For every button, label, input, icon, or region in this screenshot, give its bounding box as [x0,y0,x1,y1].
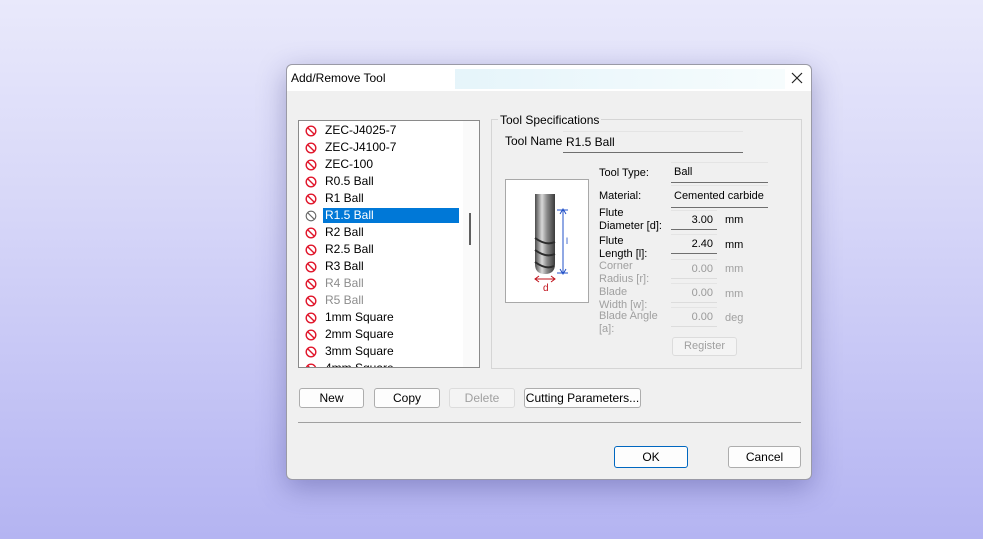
prohibited-icon [305,158,317,171]
ok-button[interactable]: OK [614,446,688,468]
prohibited-icon [305,226,317,239]
tool-list-item[interactable]: ZEC-100 [305,156,459,173]
prohibited-icon [305,294,317,307]
prohibited-icon [305,192,317,205]
add-remove-tool-dialog: Add/Remove Tool ZEC-J4025-7 ZEC-J4100-7 ZE… [286,64,812,480]
tool-list-item-label: 3mm Square [325,344,394,358]
tool-list-item[interactable]: R5 Ball [305,292,459,309]
scrollbar-thumb[interactable] [469,213,471,245]
tool-type-label: Tool Type: [599,167,649,179]
flute-diameter-label-line1: Flute [599,207,624,219]
tool-list-item-label: 1mm Square [325,310,394,324]
corner-radius-label-line2: Radius [r]: [599,273,650,285]
material-label: Material: [599,190,642,202]
tool-list-item[interactable]: R0.5 Ball [305,173,459,190]
tool-list-item[interactable]: 4mm Square [305,360,459,367]
tool-list-item-label: ZEC-J4100-7 [325,140,397,154]
tool-list-item-label: R2.5 Ball [325,242,374,256]
corner-radius-unit: mm [725,263,744,275]
tool-list-item-label: R3 Ball [325,259,364,273]
diagram-diameter-label: d [543,283,549,294]
title-bar: Add/Remove Tool [287,65,811,91]
new-button[interactable]: New [299,388,364,408]
tool-diagram: l d [505,179,589,303]
tool-list-item[interactable]: 3mm Square [305,343,459,360]
prohibited-icon [305,124,317,137]
flute-diameter-label-line2: Diameter [d]: [599,220,662,232]
prohibited-icon [305,277,317,290]
tool-list-item[interactable]: R1.5 Ball [305,207,459,224]
prohibited-icon [305,260,317,273]
cancel-button[interactable]: Cancel [728,446,801,468]
title-bar-glass [455,69,785,89]
prohibited-icon [305,141,317,154]
cutting-parameters-button[interactable]: Cutting Parameters... [524,388,641,408]
tool-type-field[interactable]: Ball [671,162,768,183]
tool-list-item[interactable]: 2mm Square [305,326,459,343]
tool-list-item[interactable]: ZEC-J4025-7 [305,122,459,139]
flute-length-field[interactable]: 2.40 [671,234,717,254]
blade-width-field: 0.00 [671,283,717,303]
close-button[interactable] [783,65,811,91]
tool-list-item[interactable]: R2 Ball [305,224,459,241]
tool-list-item-label: R1.5 Ball [323,208,459,223]
material-field[interactable]: Cemented carbide [671,185,768,208]
tool-list-item-label: ZEC-100 [325,157,374,171]
tool-list-item-label: 4mm Square [323,361,396,367]
blade-angle-label-line2: [a]: [599,323,615,335]
prohibited-icon [305,328,317,341]
tool-list-items: ZEC-J4025-7 ZEC-J4100-7 ZEC-100 R0.5 Ball R1… [299,121,463,367]
flute-length-label-line1: Flute [599,235,624,247]
copy-button[interactable]: Copy [374,388,440,408]
tool-specifications-legend: Tool Specifications [498,113,602,127]
separator [298,422,801,423]
tool-list-item-label: R5 Ball [325,293,364,307]
blade-width-unit: mm [725,288,744,300]
tool-list-item-label: ZEC-J4025-7 [325,123,397,137]
tool-list-item[interactable]: R4 Ball [305,275,459,292]
tool-list-item[interactable]: R3 Ball [305,258,459,275]
tool-list-item[interactable]: R2.5 Ball [305,241,459,258]
prohibited-icon [305,243,317,256]
prohibited-icon [305,175,317,188]
delete-button[interactable]: Delete [449,388,515,408]
tool-list-item[interactable]: 1mm Square [305,309,459,326]
tool-list-item-label: R2 Ball [325,225,364,239]
register-button[interactable]: Register [672,337,737,356]
corner-radius-label-line1: Corner [599,260,633,272]
tool-list-item[interactable]: ZEC-J4100-7 [305,139,459,156]
prohibited-icon [305,363,317,367]
disabled-circle-icon [305,210,317,221]
tool-list-item-label: 2mm Square [325,327,394,341]
corner-radius-field: 0.00 [671,259,717,279]
tool-name-field[interactable]: R1.5 Ball [563,131,743,153]
prohibited-icon [305,311,317,324]
flute-length-unit: mm [725,239,744,251]
blade-angle-label-line1: Blade Angle [599,310,658,322]
tool-list-item-label: R1 Ball [325,191,364,205]
prohibited-icon [305,345,317,358]
flute-diameter-field[interactable]: 3.00 [671,210,717,230]
tool-list-item-label: R4 Ball [325,276,364,290]
dialog-title: Add/Remove Tool [291,71,386,85]
blade-angle-field: 0.00 [671,307,717,327]
close-icon [791,72,803,84]
flute-diameter-unit: mm [725,214,744,226]
blade-angle-unit: deg [725,312,744,324]
tool-list-item[interactable]: R1 Ball [305,190,459,207]
tool-list-item-label: R0.5 Ball [325,174,374,188]
tool-list-scrollbar[interactable] [463,121,479,367]
ball-end-mill-diagram: l d [534,194,568,294]
tool-name-label: Tool Name: [505,134,566,148]
tool-list[interactable]: ZEC-J4025-7 ZEC-J4100-7 ZEC-100 R0.5 Ball R1… [298,120,480,368]
diagram-length-label: l [566,236,568,246]
blade-width-label-line1: Blade [599,286,628,298]
